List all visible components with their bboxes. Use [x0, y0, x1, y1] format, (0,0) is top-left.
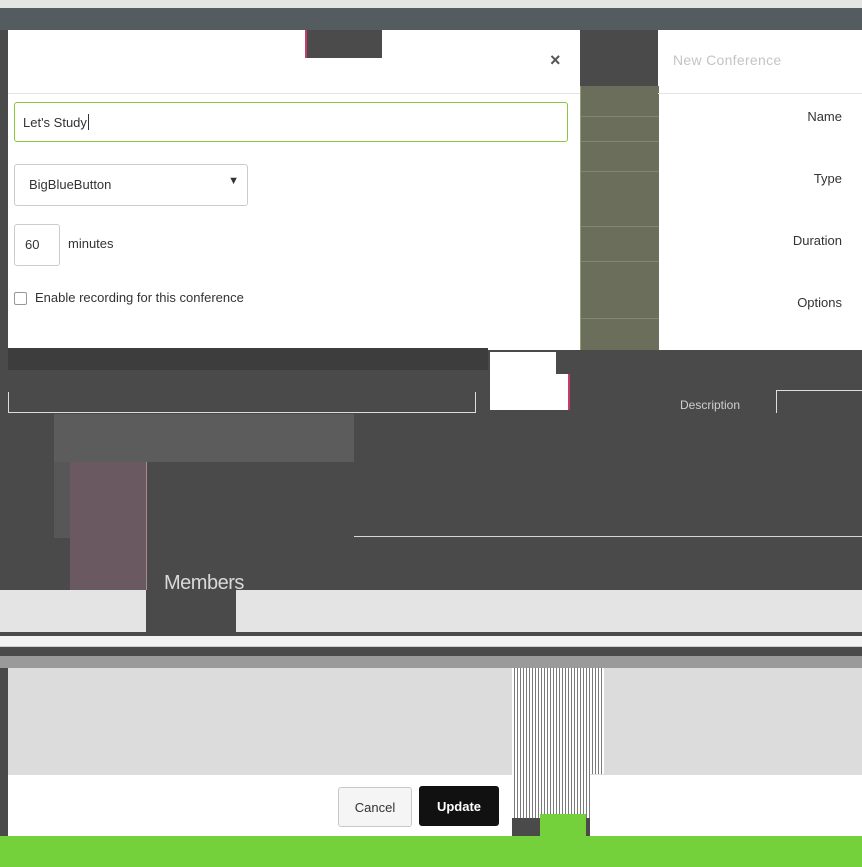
top-bar	[0, 8, 862, 30]
text-cursor	[87, 114, 89, 130]
type-label: Type	[813, 171, 842, 186]
type-select-value: BigBlueButton	[29, 177, 112, 192]
dropdown-arrow-icon: ▼	[228, 175, 239, 187]
update-button[interactable]: Update	[419, 786, 499, 826]
duration-value: 60	[25, 237, 40, 252]
separator-column	[580, 86, 659, 350]
glitch-region	[54, 462, 70, 538]
glitch-region	[512, 818, 540, 836]
duration-label: Duration	[792, 233, 842, 248]
options-label: Options	[797, 295, 842, 310]
type-select[interactable]: BigBlueButton ▼	[14, 164, 248, 206]
members-row	[0, 636, 862, 647]
name-input-value: Let's Study	[23, 114, 87, 130]
glitch-region	[540, 814, 586, 836]
glitch-region	[54, 414, 354, 462]
glitch-region	[490, 352, 556, 374]
name-input[interactable]: Let's Study	[14, 102, 568, 142]
members-list-area	[8, 668, 512, 774]
header-divider	[8, 93, 580, 94]
glitch-region	[490, 374, 570, 410]
close-button[interactable]: ×	[550, 50, 561, 71]
glitch-region	[70, 462, 147, 590]
duration-unit: minutes	[68, 236, 114, 251]
enable-recording-checkbox[interactable]	[14, 292, 27, 305]
top-strip	[0, 0, 862, 8]
description-field-outline	[776, 390, 862, 413]
glitch-region	[8, 348, 488, 370]
description-field-outline	[8, 392, 476, 413]
dialog-gap	[305, 30, 382, 58]
name-label: Name	[807, 109, 842, 124]
description-label: Description	[680, 398, 741, 412]
divider	[354, 536, 862, 537]
bottom-green-bar	[0, 836, 862, 867]
header-divider	[658, 93, 862, 94]
members-row	[0, 656, 862, 668]
members-band	[0, 590, 862, 632]
members-list-area	[604, 668, 862, 774]
dialog-title: New Conference	[673, 52, 782, 68]
duration-input[interactable]: 60	[14, 224, 60, 266]
enable-recording-label: Enable recording for this conference	[35, 290, 244, 305]
dialog-footer	[590, 774, 862, 837]
cancel-button[interactable]: Cancel	[338, 787, 412, 827]
